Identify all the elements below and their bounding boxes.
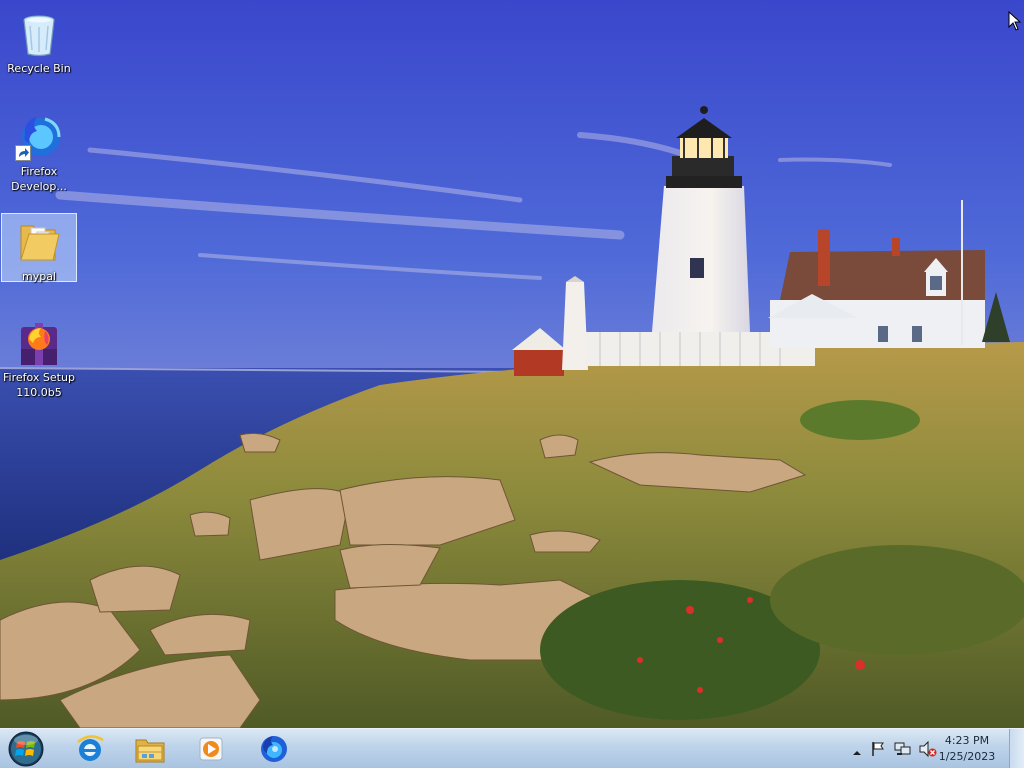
system-clock[interactable]: 4:23 PM 1/25/2023 [932, 733, 1002, 765]
desktop-wallpaper [0, 0, 1024, 728]
desktop-icon-mypal-folder[interactable]: mypal [1, 213, 77, 283]
folder-icon [15, 218, 63, 266]
start-orb-icon [8, 731, 44, 767]
desktop-icon-label: Firefox Setup [3, 371, 75, 384]
start-button[interactable] [6, 730, 46, 768]
desktop-icon-label-line2: 110.0b5 [16, 386, 62, 399]
shortcut-arrow-icon [15, 145, 31, 161]
desktop-icon-label: Recycle Bin [7, 62, 71, 75]
firefox-icon [261, 736, 287, 762]
desktop-icon-recycle-bin[interactable]: Recycle Bin [1, 5, 77, 77]
firefox-developer-icon [15, 113, 63, 161]
desktop-icon-label: Firefox [20, 165, 58, 178]
action-center-flag-icon [872, 742, 884, 756]
clock-time: 4:23 PM [944, 734, 990, 747]
desktop-icon-label-line2: Develop... [11, 180, 67, 193]
clock-date: 1/25/2023 [938, 750, 996, 763]
action-center-button[interactable] [870, 741, 886, 761]
chevron-up-icon [853, 751, 861, 755]
network-icon [894, 742, 911, 755]
taskbar-media-player-button[interactable] [183, 731, 239, 767]
network-button[interactable] [894, 741, 912, 761]
media-player-icon [199, 737, 223, 761]
taskbar-file-explorer-button[interactable] [122, 731, 178, 767]
desktop-icon-firefox-developer[interactable]: Firefox Develop... [1, 108, 77, 194]
internet-explorer-icon [77, 735, 104, 761]
show-desktop-button[interactable] [1009, 729, 1024, 768]
firefox-setup-icon [15, 319, 63, 367]
recycle-bin-icon [15, 10, 63, 58]
taskbar: 4:23 PM 1/25/2023 [0, 728, 1024, 768]
taskbar-internet-explorer-button[interactable] [62, 731, 118, 767]
desktop-icon-label: mypal [21, 270, 56, 283]
show-hidden-icons-button[interactable] [852, 743, 862, 762]
mouse-cursor-icon [1008, 11, 1022, 31]
notification-area: 4:23 PM 1/25/2023 [834, 729, 1024, 769]
desktop-icon-firefox-setup[interactable]: Firefox Setup 110.0b5 [1, 314, 77, 402]
file-explorer-icon [135, 739, 165, 763]
taskbar-firefox-button[interactable] [246, 731, 302, 767]
